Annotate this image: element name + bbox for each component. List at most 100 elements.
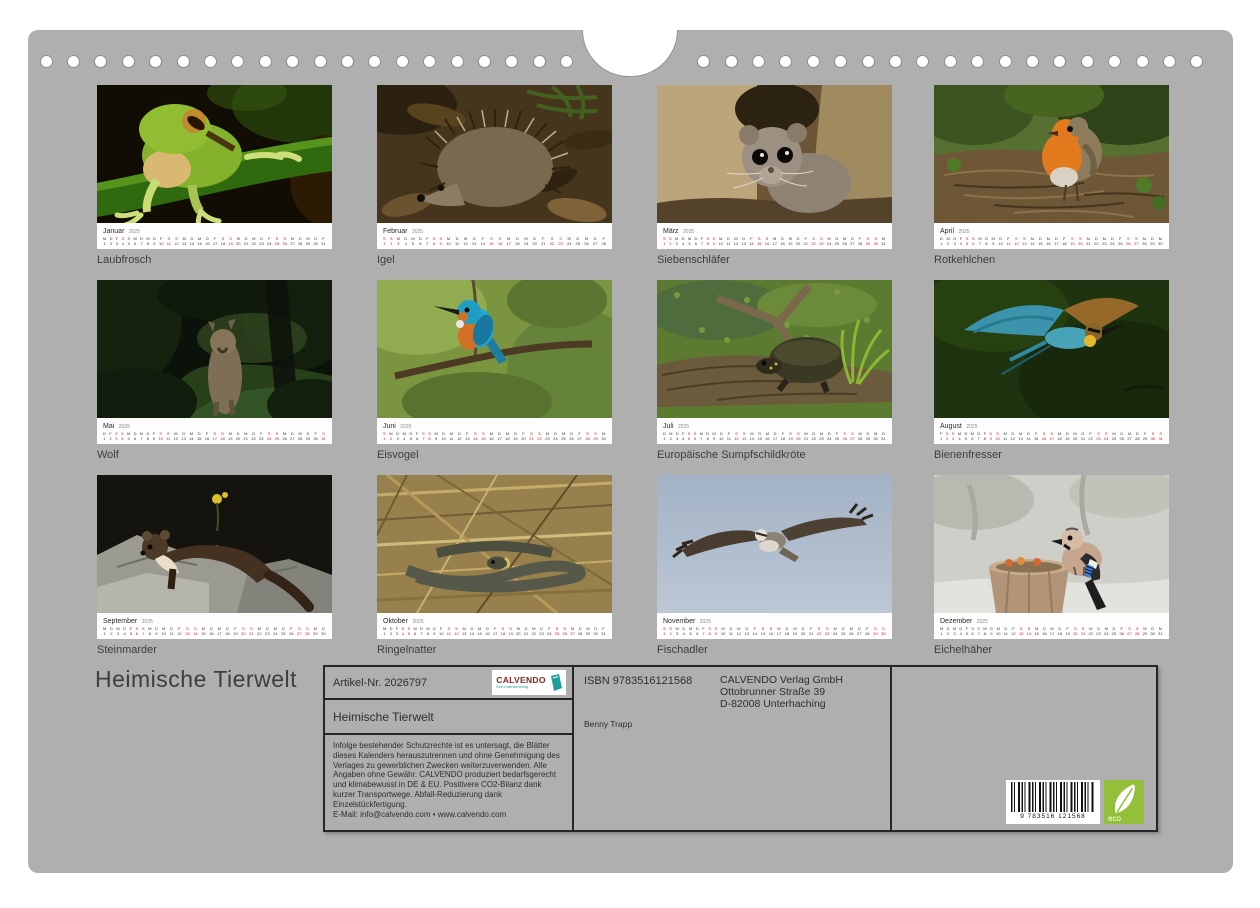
month-name: April: [940, 228, 954, 235]
mini-calendar: Mai 2025 D1F2S3S4M5D6M7D8F9S10S11M12D13M…: [97, 418, 332, 444]
mini-calendar: September 2025 M1D2M3D4F5S6S7M8D9M10D11F…: [97, 613, 332, 639]
month-photo-label: Laubfrosch: [97, 254, 332, 266]
month-photo-label: Eisvogel: [377, 449, 612, 461]
photo-laubfrosch: [97, 85, 332, 223]
author-name: Benny Trapp: [584, 719, 632, 729]
month-year: 2025: [977, 619, 988, 625]
barcode-bars-icon: [1011, 782, 1095, 812]
mini-calendar: Oktober 2025 M1D2F3S4S5M6D7M8D9F10S11S12…: [377, 613, 612, 639]
month-year: 2025: [400, 424, 411, 430]
month-card-september: September 2025 M1D2M3D4F5S6S7M8D9M10D11F…: [97, 475, 332, 656]
imprint-left-column: Artikel-Nr. 2026797 CALVENDO Dein Kalend…: [325, 667, 574, 830]
month-year: 2025: [412, 619, 423, 625]
day-strip: M1D2M3D4F5S6S7M8D9M10D11F12S13S14M15D16M…: [940, 627, 1163, 636]
photo-eisvogel: [377, 280, 612, 418]
day-strip: M1D2M3D4F5S6S7M8D9M10D11F12S13S14M15D16M…: [103, 627, 326, 636]
photo-eichelhaeher: [934, 475, 1169, 613]
contact-line: E-Mail: info@calvendo.com • www.calvendo…: [333, 810, 564, 820]
month-year: 2025: [142, 619, 153, 625]
month-photo-label: Fischadler: [657, 644, 892, 656]
month-year: 2025: [678, 424, 689, 430]
photo-igel: [377, 85, 612, 223]
day-strip: D1M2D3F4S5S6M7D8M9D10F11S12S13M14D15M16D…: [940, 237, 1163, 246]
month-card-mai: Mai 2025 D1F2S3S4M5D6M7D8F9S10S11M12D13M…: [97, 280, 332, 461]
month-card-november: November 2025 S1S2M3D4M5D6F7S8S9M10D11M1…: [657, 475, 892, 656]
month-card-maerz: März 2025 S1S2M3D4M5D6F7S8S9M10D11M12D13…: [657, 85, 892, 266]
month-card-april: April 2025 D1M2D3F4S5S6M7D8M9D10F11S12S1…: [934, 85, 1169, 266]
hanger-notch: [582, 30, 678, 77]
month-year: 2025: [119, 424, 130, 430]
leaf-icon: [1108, 782, 1140, 816]
eco-label: eco: [1108, 814, 1121, 823]
month-name: November: [663, 618, 695, 625]
mini-calendar: November 2025 S1S2M3D4M5D6F7S8S9M10D11M1…: [657, 613, 892, 639]
day-strip: S1M2D3M4D5F6S7S8M9D10M11D12F13S14S15M16D…: [383, 432, 606, 441]
imprint-box: Artikel-Nr. 2026797 CALVENDO Dein Kalend…: [323, 665, 1158, 832]
article-number: Artikel-Nr. 2026797: [333, 677, 427, 689]
photo-ringelnatter: [377, 475, 612, 613]
mini-calendar: April 2025 D1M2D3F4S5S6M7D8M9D10F11S12S1…: [934, 223, 1169, 249]
page-title: Heimische Tierwelt: [95, 666, 297, 693]
month-name: Dezember: [940, 618, 972, 625]
month-name: September: [103, 618, 137, 625]
month-photo-label: Steinmarder: [97, 644, 332, 656]
calendar-back-page: Januar 2025 M1D2F3S4S5M6D7M8D9F10S11S12M…: [28, 30, 1233, 873]
legal-text: Infolge bestehender Schutzrechte ist es …: [333, 741, 564, 810]
month-year: 2025: [958, 229, 969, 235]
month-card-dezember: Dezember 2025 M1D2M3D4F5S6S7M8D9M10D11F1…: [934, 475, 1169, 656]
month-name: März: [663, 228, 679, 235]
month-name: August: [940, 423, 962, 430]
month-photo-label: Siebenschläfer: [657, 254, 892, 266]
eco-logo: eco: [1104, 780, 1144, 824]
publisher-street: Ottobrunner Straße 39: [720, 686, 843, 698]
day-strip: D1F2S3S4M5D6M7D8F9S10S11M12D13M14D15F16S…: [103, 432, 326, 441]
publisher-name: CALVENDO Verlag GmbH: [720, 674, 843, 686]
mini-calendar: Juli 2025 D1M2D3F4S5S6M7D8M9D10F11S12S13…: [657, 418, 892, 444]
publisher-city: D-82008 Unterhaching: [720, 698, 843, 710]
month-photo-label: Igel: [377, 254, 612, 266]
month-photo-label: Ringelnatter: [377, 644, 612, 656]
imprint-right-column: 9 783516 121568 eco: [892, 667, 1156, 830]
month-photo-label: Bienenfresser: [934, 449, 1169, 461]
mini-calendar: Januar 2025 M1D2F3S4S5M6D7M8D9F10S11S12M…: [97, 223, 332, 249]
month-card-februar: Februar 2025 S1S2M3D4M5D6F7S8S9M10D11M12…: [377, 85, 612, 266]
mini-calendar: August 2025 F1S2S3M4D5M6D7F8S9S10M11D12M…: [934, 418, 1169, 444]
calvendo-logo: CALVENDO Dein Kalenderverlag: [492, 670, 566, 695]
month-card-oktober: Oktober 2025 M1D2F3S4S5M6D7M8D9F10S11S12…: [377, 475, 612, 656]
photo-rotkehlchen: [934, 85, 1169, 223]
photo-sumpfschildkroete: [657, 280, 892, 418]
month-card-juni: Juni 2025 S1M2D3M4D5F6S7S8M9D10M11D12F13…: [377, 280, 612, 461]
legal-text-block: Infolge bestehender Schutzrechte ist es …: [325, 735, 572, 830]
month-year: 2025: [966, 424, 977, 430]
month-year: 2025: [700, 619, 711, 625]
barcode-digits: 9 783516 121568: [1011, 813, 1095, 820]
month-name: Oktober: [383, 618, 408, 625]
photo-siebenschlaefer: [657, 85, 892, 223]
photo-bienenfresser: [934, 280, 1169, 418]
ean-barcode: 9 783516 121568: [1006, 780, 1100, 824]
month-year: 2025: [412, 229, 423, 235]
publisher-address: CALVENDO Verlag GmbH Ottobrunner Straße …: [720, 674, 843, 710]
calvendo-logo-tagline: Dein Kalenderverlag: [496, 685, 545, 689]
month-name: Januar: [103, 228, 124, 235]
day-strip: S1S2M3D4M5D6F7S8S9M10D11M12D13F14S15S16M…: [663, 237, 886, 246]
imprint-title: Heimische Tierwelt: [325, 700, 572, 735]
calvendo-logo-name: CALVENDO: [496, 676, 545, 685]
month-photo-label: Rotkehlchen: [934, 254, 1169, 266]
calvendo-logo-icon: [549, 674, 562, 691]
photo-steinmarder: [97, 475, 332, 613]
mini-calendar: Dezember 2025 M1D2M3D4F5S6S7M8D9M10D11F1…: [934, 613, 1169, 639]
imprint-middle-column: ISBN 9783516121568 CALVENDO Verlag GmbH …: [574, 667, 892, 830]
mini-calendar: Februar 2025 S1S2M3D4M5D6F7S8S9M10D11M12…: [377, 223, 612, 249]
month-card-august: August 2025 F1S2S3M4D5M6D7F8S9S10M11D12M…: [934, 280, 1169, 461]
month-name: Februar: [383, 228, 408, 235]
photo-wolf: [97, 280, 332, 418]
month-photo-label: Europäische Sumpfschildkröte: [657, 449, 892, 461]
month-photo-label: Wolf: [97, 449, 332, 461]
day-strip: S1S2M3D4M5D6F7S8S9M10D11M12D13F14S15S16M…: [663, 627, 886, 636]
mini-calendar: März 2025 S1S2M3D4M5D6F7S8S9M10D11M12D13…: [657, 223, 892, 249]
day-strip: F1S2S3M4D5M6D7F8S9S10M11D12M13D14F15S16S…: [940, 432, 1163, 441]
month-name: Mai: [103, 423, 114, 430]
month-card-juli: Juli 2025 D1M2D3F4S5S6M7D8M9D10F11S12S13…: [657, 280, 892, 461]
photo-fischadler: [657, 475, 892, 613]
